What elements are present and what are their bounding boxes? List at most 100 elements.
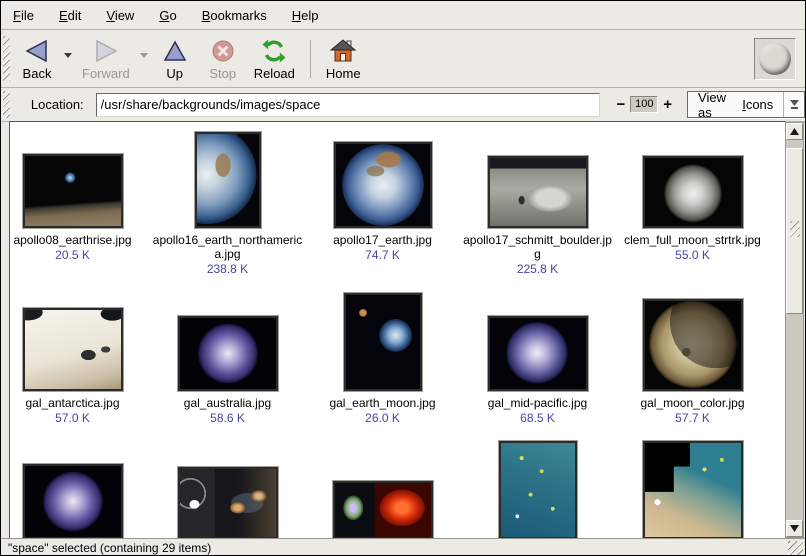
back-button[interactable]: Back [13, 35, 61, 83]
zoom-in-button[interactable]: + [658, 96, 677, 113]
throbber [754, 38, 796, 80]
file-thumbnail[interactable] [488, 156, 588, 228]
status-bar: "space" selected (containing 29 items) [1, 538, 805, 556]
file-thumbnail[interactable] [499, 441, 577, 539]
file-size: 55.0 K [675, 248, 710, 262]
file-name: apollo17_schmitt_boulder.jpg [461, 233, 614, 261]
toolbar-drag-handle[interactable] [3, 36, 10, 82]
home-icon [329, 38, 357, 65]
view-mode-dropdown[interactable]: View as Icons [687, 91, 805, 118]
file-size: 68.5 K [520, 411, 555, 425]
file-thumbnail[interactable] [23, 464, 123, 539]
file-icon-nebula-pair[interactable] [305, 438, 460, 539]
file-icon-apollo17_earth.jpg[interactable]: apollo17_earth.jpg74.7 K [305, 131, 460, 262]
back-arrow-icon [24, 38, 50, 65]
zoom-level-indicator[interactable]: 100 [630, 96, 658, 113]
location-bar: Location: − 100 + View as Icons [1, 88, 805, 122]
file-name: apollo08_earthrise.jpg [13, 233, 131, 247]
file-icon-gal_earth_moon.jpg[interactable]: gal_earth_moon.jpg26.0 K [305, 294, 460, 425]
file-thumbnail[interactable] [488, 316, 588, 391]
stop-icon [211, 38, 235, 65]
file-manager-window: File Edit View Go Bookmarks Help Back Forward [0, 0, 806, 556]
menubar: File Edit View Go Bookmarks Help [1, 1, 805, 30]
back-dropdown-chevron-icon[interactable] [61, 46, 75, 64]
view-mode-label: View as Icons [688, 92, 783, 117]
icon-view[interactable]: apollo08_earthrise.jpg20.5 Kapollo16_ear… [9, 121, 785, 539]
file-name: gal_moon_color.jpg [640, 396, 744, 410]
file-thumbnail[interactable] [643, 156, 743, 228]
file-size: 57.7 K [675, 411, 710, 425]
location-input[interactable] [96, 93, 600, 117]
window-resize-grip[interactable] [788, 541, 803, 555]
zoom-out-button[interactable]: − [612, 96, 631, 113]
forward-button[interactable]: Forward [75, 35, 137, 83]
forward-dropdown-chevron-icon[interactable] [137, 46, 151, 64]
file-icon-teal-steps[interactable] [615, 438, 770, 539]
file-icon-apollo08_earthrise.jpg[interactable]: apollo08_earthrise.jpg20.5 K [9, 131, 150, 262]
reload-button[interactable]: Reload [247, 35, 302, 83]
file-name: apollo17_earth.jpg [333, 233, 432, 247]
file-size: 57.0 K [55, 411, 90, 425]
file-icon-gal_australia.jpg[interactable]: gal_australia.jpg58.6 K [150, 294, 305, 425]
scrollbar-thumb[interactable] [786, 148, 803, 314]
file-icon-apollo16_earth_northamerica.jpg[interactable]: apollo16_earth_northamerica.jpg238.8 K [150, 131, 305, 276]
file-thumbnail[interactable] [643, 299, 743, 391]
forward-button-label: Forward [82, 66, 130, 81]
stop-button[interactable]: Stop [199, 35, 247, 83]
file-name: gal_antarctica.jpg [25, 396, 119, 410]
status-text: "space" selected (containing 29 items) [8, 541, 211, 555]
home-button[interactable]: Home [319, 35, 368, 83]
file-thumbnail[interactable] [643, 441, 743, 539]
file-thumbnail[interactable] [23, 308, 123, 391]
file-size: 20.5 K [55, 248, 90, 262]
location-bar-drag-handle[interactable] [3, 91, 10, 117]
reload-icon [261, 38, 287, 65]
forward-arrow-icon [93, 38, 119, 65]
home-button-label: Home [326, 66, 361, 81]
location-label: Location: [31, 97, 84, 112]
menu-file[interactable]: File [11, 2, 36, 29]
file-name: gal_earth_moon.jpg [329, 396, 435, 410]
back-button-label: Back [23, 66, 52, 81]
toolbar-separator [310, 40, 311, 78]
up-button-label: Up [166, 66, 183, 81]
file-icon-apollo17_schmitt_boulder.jpg[interactable]: apollo17_schmitt_boulder.jpg225.8 K [460, 131, 615, 276]
file-thumbnail[interactable] [178, 316, 278, 391]
scroll-down-button[interactable] [786, 520, 803, 537]
menu-view[interactable]: View [104, 2, 136, 29]
file-thumbnail[interactable] [334, 142, 432, 228]
reload-button-label: Reload [254, 66, 295, 81]
scroll-up-button[interactable] [786, 123, 803, 140]
file-icon-clem_full_moon_strtrk.jpg[interactable]: clem_full_moon_strtrk.jpg55.0 K [615, 131, 770, 262]
scrollbar-thumb-grip [790, 221, 800, 237]
up-button[interactable]: Up [151, 35, 199, 83]
file-thumbnail[interactable] [178, 467, 278, 539]
file-thumbnail[interactable] [344, 293, 422, 391]
menu-bookmarks[interactable]: Bookmarks [200, 2, 269, 29]
file-size: 58.6 K [210, 411, 245, 425]
file-size: 74.7 K [365, 248, 400, 262]
file-name: gal_mid-pacific.jpg [488, 396, 587, 410]
file-icon-purple-earth[interactable] [9, 438, 150, 539]
file-name: apollo16_earth_northamerica.jpg [151, 233, 304, 261]
menu-edit[interactable]: Edit [57, 2, 83, 29]
file-icon-gal_antarctica.jpg[interactable]: gal_antarctica.jpg57.0 K [9, 294, 150, 425]
file-icon-antennae[interactable] [150, 438, 305, 539]
file-icon-gal_mid-pacific.jpg[interactable]: gal_mid-pacific.jpg68.5 K [460, 294, 615, 425]
file-name: gal_australia.jpg [184, 396, 271, 410]
file-thumbnail[interactable] [195, 132, 261, 228]
file-icon-teal-nebula[interactable] [460, 438, 615, 539]
up-arrow-icon [163, 38, 187, 65]
toolbar: Back Forward Up Stop [1, 30, 805, 88]
file-thumbnail[interactable] [333, 481, 433, 539]
menu-go[interactable]: Go [157, 2, 178, 29]
vertical-scrollbar[interactable] [785, 122, 804, 538]
file-size: 225.8 K [517, 262, 558, 276]
stop-button-label: Stop [209, 66, 236, 81]
nautilus-throbber-orb-icon [759, 43, 791, 75]
dropdown-arrow-icon[interactable] [783, 92, 804, 117]
file-thumbnail[interactable] [23, 154, 123, 228]
file-name: clem_full_moon_strtrk.jpg [624, 233, 761, 247]
file-icon-gal_moon_color.jpg[interactable]: gal_moon_color.jpg57.7 K [615, 294, 770, 425]
menu-help[interactable]: Help [290, 2, 321, 29]
